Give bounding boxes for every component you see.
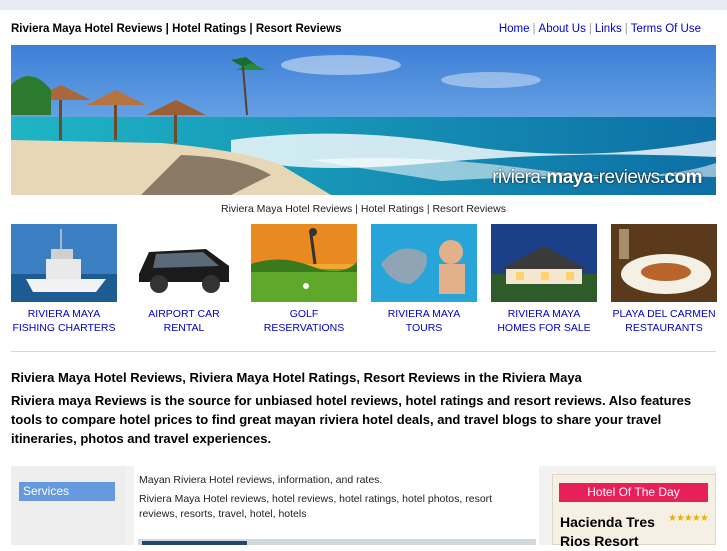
listing-thumbnail	[142, 541, 247, 545]
center-keywords: Riviera Maya Hotel reviews, hotel review…	[139, 493, 493, 520]
subtitle: Riviera Maya Hotel Reviews | Hotel Ratin…	[221, 203, 506, 215]
banner-url-text: riviera-maya-reviews.com	[492, 167, 702, 188]
car-image	[131, 224, 237, 302]
dolphin-image	[371, 224, 477, 302]
nav-links-link[interactable]: Links	[595, 23, 622, 35]
center-column: Mayan Riviera Hotel reviews, information…	[134, 466, 539, 545]
tile-caption[interactable]: Playa del Carmen Restaurants	[611, 307, 717, 335]
page-heading: Riviera Maya Hotel Reviews, Riviera Maya…	[11, 370, 582, 385]
tile-caption[interactable]: Riviera Maya Homes For Sale	[491, 307, 597, 335]
top-strip	[0, 0, 727, 10]
nav-separator: |	[624, 23, 628, 35]
top-navigation: Home | About Us | Links | Terms Of Use	[499, 23, 701, 35]
feature-tiles: Riviera Maya Fishing Charters Airport Car…	[11, 224, 721, 339]
left-sidebar: Services	[11, 466, 125, 545]
nav-terms-link[interactable]: Terms Of Use	[631, 23, 701, 35]
star-rating-icon: ★★★★★	[668, 513, 709, 524]
tile-homes-for-sale[interactable]: Riviera Maya Homes For Sale	[491, 224, 597, 335]
hotel-of-the-day-title: Hotel Of The Day	[559, 483, 708, 502]
hotel-name-link[interactable]: Hacienda Tres Rios Resort	[560, 513, 670, 551]
tile-golf-reservations[interactable]: Golf Reservations	[251, 224, 357, 335]
intro-paragraph: Riviera maya Reviews is the source for u…	[11, 393, 692, 446]
restaurant-image	[611, 224, 717, 302]
services-menu-header[interactable]: Services	[19, 482, 115, 501]
nav-separator: |	[532, 23, 536, 35]
divider	[11, 351, 716, 352]
house-image	[491, 224, 597, 302]
golf-image	[251, 224, 357, 302]
nav-separator: |	[588, 23, 592, 35]
hotel-of-the-day-box: Hotel Of The Day Hacienda Tres Rios Reso…	[552, 474, 716, 549]
tile-fishing-charters[interactable]: Riviera Maya Fishing Charters	[11, 224, 117, 335]
nav-home-link[interactable]: Home	[499, 23, 530, 35]
tile-caption[interactable]: Airport Car Rental	[131, 307, 237, 335]
nav-about-link[interactable]: About Us	[539, 23, 586, 35]
tile-restaurants[interactable]: Playa del Carmen Restaurants	[611, 224, 717, 335]
center-tagline: Mayan Riviera Hotel reviews, information…	[139, 474, 383, 486]
tile-tours[interactable]: Riviera Maya Tours	[371, 224, 477, 335]
fishing-boat-image	[11, 224, 117, 302]
tile-caption[interactable]: Riviera Maya Fishing Charters	[11, 307, 117, 335]
tile-airport-car-rental[interactable]: Airport Car Rental	[131, 224, 237, 335]
center-listing-bar	[138, 539, 536, 545]
tile-caption[interactable]: Riviera Maya Tours	[371, 307, 477, 335]
site-title: Riviera Maya Hotel Reviews | Hotel Ratin…	[11, 23, 342, 35]
tile-caption[interactable]: Golf Reservations	[251, 307, 357, 335]
content-area: Services Mayan Riviera Hotel reviews, in…	[11, 466, 716, 549]
header-banner: riviera-maya-reviews.com	[11, 45, 716, 195]
